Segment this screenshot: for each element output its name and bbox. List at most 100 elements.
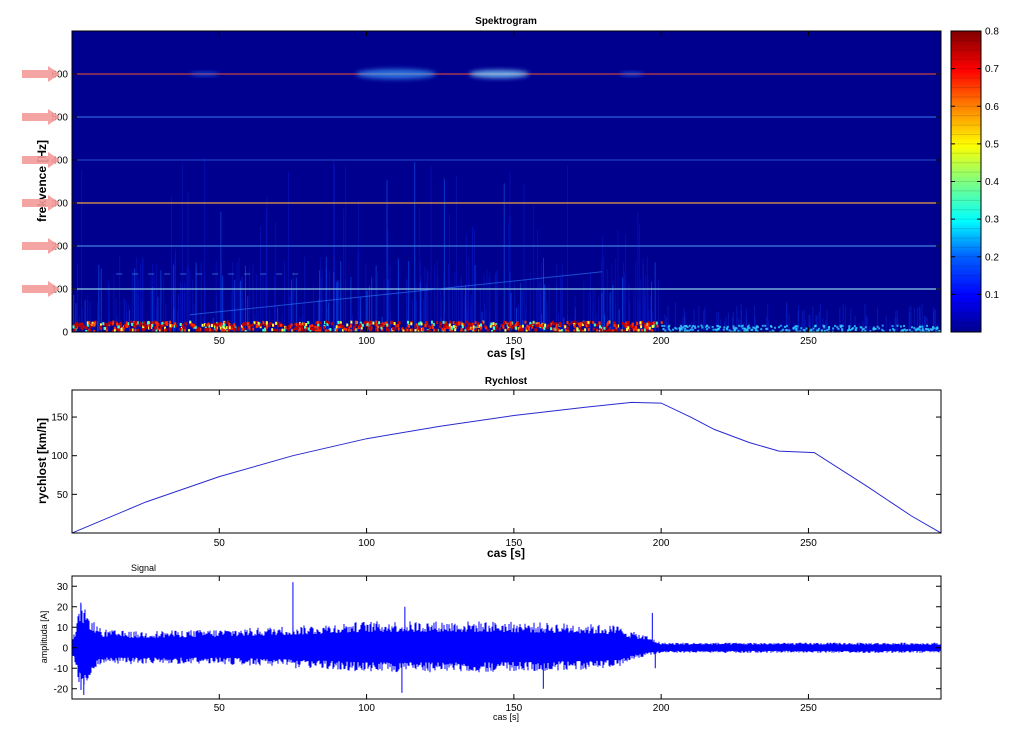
low-frequency-cell (106, 323, 109, 327)
low-frequency-cell (410, 322, 413, 326)
low-frequency-cell (741, 327, 744, 330)
low-frequency-cell (587, 328, 590, 332)
low-frequency-cell (448, 326, 451, 330)
spectrum-streak (304, 256, 306, 332)
speed-plot-area (72, 390, 941, 533)
low-frequency-cell (891, 325, 894, 328)
low-frequency-cell (747, 324, 750, 327)
spectrum-streak (503, 183, 505, 332)
low-frequency-cell (120, 328, 123, 332)
low-frequency-cell (823, 326, 826, 329)
low-frequency-cell (317, 328, 320, 332)
spectrum-streak (119, 256, 121, 332)
low-frequency-cell (908, 329, 911, 332)
spectrum-streak (533, 205, 535, 332)
spectrum-streak (293, 272, 295, 332)
spectrum-streak (275, 222, 277, 332)
low-frequency-cell (555, 323, 558, 327)
low-frequency-cell (189, 323, 192, 327)
spectrum-streak (173, 259, 175, 332)
y-tick-label: -20 (54, 684, 69, 695)
low-frequency-cell (800, 327, 803, 330)
low-frequency-cell (237, 326, 240, 330)
spectrum-streak (283, 261, 285, 332)
low-frequency-cell (748, 327, 751, 330)
low-frequency-cell (307, 327, 310, 331)
spectrum-streak (611, 263, 613, 332)
spectrum-streak (635, 260, 637, 332)
low-frequency-cell (492, 322, 495, 326)
low-frequency-cell (566, 326, 569, 330)
low-frequency-cell (827, 328, 830, 331)
low-frequency-cell (686, 326, 689, 329)
low-frequency-cell (455, 321, 458, 325)
spectrum-streak (274, 273, 276, 332)
spectrum-streak (170, 195, 172, 332)
low-frequency-cell (420, 322, 423, 326)
low-frequency-cell (452, 321, 455, 325)
low-frequency-cell (406, 328, 409, 332)
y-tick-label: 0 (62, 643, 68, 654)
low-frequency-cell (215, 323, 218, 327)
spectrum-streak (129, 310, 131, 332)
spectrum-streak (537, 229, 539, 332)
low-frequency-cell (688, 324, 691, 327)
spectrum-streak (720, 319, 722, 332)
low-frequency-cell (304, 325, 307, 329)
low-frequency-cell (120, 322, 123, 326)
low-frequency-cell (470, 323, 473, 327)
spectrum-streak (236, 262, 238, 332)
low-frequency-cell (322, 326, 325, 330)
low-frequency-cell (88, 321, 91, 325)
y-tick-label: 20 (57, 602, 69, 613)
spectrum-streak (658, 279, 660, 332)
low-frequency-cell (407, 320, 410, 324)
low-frequency-cell (144, 323, 147, 327)
spectrum-streak (520, 282, 522, 332)
low-frequency-cell (451, 326, 454, 330)
low-frequency-cell (515, 323, 518, 327)
low-frequency-cell (165, 328, 168, 332)
harmonic-blob (619, 72, 644, 76)
spectrum-streak (238, 257, 240, 332)
spectrum-streak (389, 310, 391, 332)
spectrum-streak (287, 171, 289, 332)
low-frequency-cell (578, 322, 581, 326)
low-frequency-cell (492, 326, 495, 330)
low-frequency-cell (136, 328, 139, 332)
low-frequency-cell (656, 324, 659, 328)
low-frequency-cell (231, 324, 234, 328)
spectrum-streak (187, 192, 189, 332)
spectrum-streak (786, 302, 788, 332)
low-frequency-cell (840, 326, 843, 329)
low-frequency-cell (860, 326, 863, 329)
low-frequency-cell (255, 324, 258, 328)
low-frequency-cell (75, 324, 78, 328)
low-frequency-cell (756, 326, 759, 329)
low-frequency-cell (281, 328, 284, 332)
low-frequency-cell (275, 321, 278, 325)
spectrum-streak (443, 178, 445, 332)
colorbar-tick-label: 0.1 (985, 290, 999, 301)
low-frequency-cell (134, 324, 137, 328)
spectrum-streak (704, 307, 706, 332)
spectrum-streak (411, 299, 413, 332)
spectrum-streak (603, 287, 605, 332)
spectrum-streak (767, 303, 769, 332)
low-frequency-cell (490, 322, 493, 326)
low-frequency-cell (564, 325, 567, 329)
spectrogram-y-label: frekvence [Hz] (35, 140, 49, 222)
low-frequency-cell (511, 326, 514, 330)
y-tick-label: 10 (57, 623, 69, 634)
spectrum-streak (200, 262, 202, 332)
low-frequency-cell (327, 321, 330, 325)
spectrum-streak (472, 226, 474, 332)
spectrum-streak (447, 263, 449, 332)
low-frequency-cell (652, 321, 655, 325)
spectrum-streak (601, 292, 603, 332)
x-tick-label: 100 (358, 703, 375, 714)
spectrum-streak (866, 317, 868, 332)
low-frequency-cell (834, 324, 837, 327)
low-frequency-cell (149, 324, 152, 328)
spectrum-streak (184, 292, 186, 332)
